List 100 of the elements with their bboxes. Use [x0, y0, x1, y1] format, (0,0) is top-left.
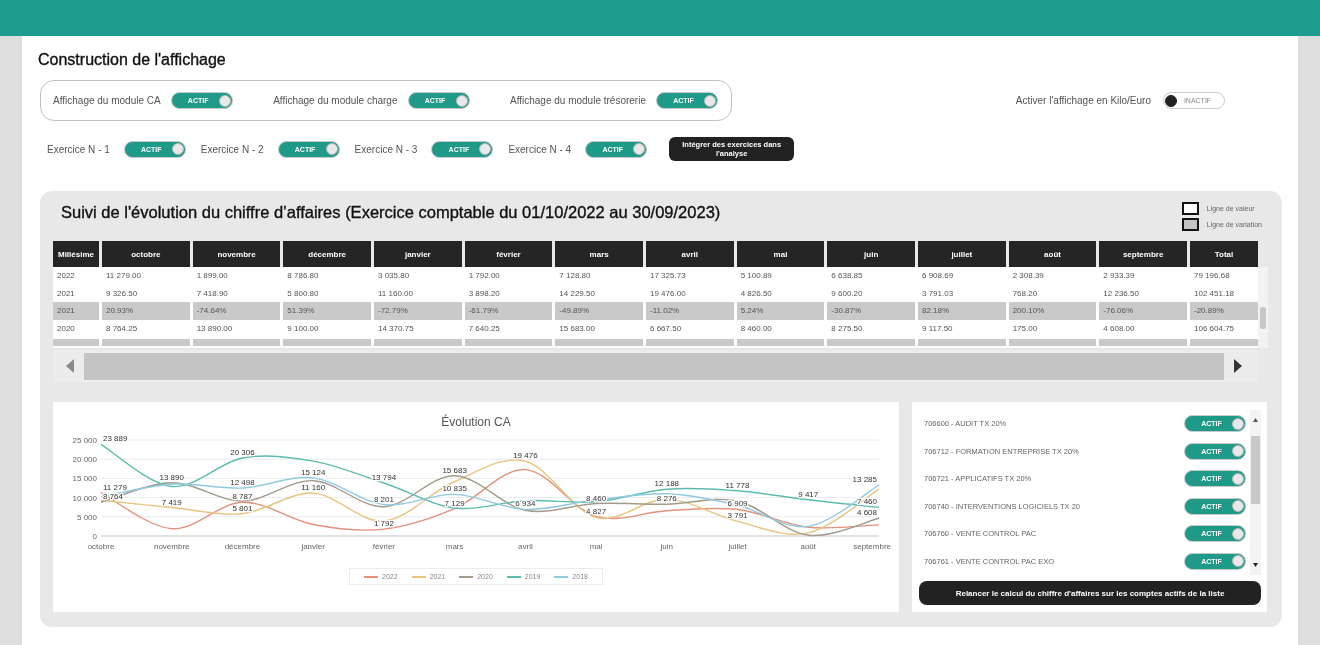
table-cell-text: 2 308.39 [1011, 270, 1045, 283]
y-axis-label: 10 000 [72, 493, 97, 503]
toggle-label: Exercice N - 1 [47, 143, 110, 155]
table-cell-text: 9 100.00 [286, 322, 320, 335]
table-cell-text: 4 826.50 [739, 287, 773, 300]
table-cell-text: 9 326.50 [105, 287, 139, 300]
horizontal-scrollbar[interactable] [53, 350, 1258, 382]
table-cell: 200.10% [1008, 302, 1097, 320]
x-axis-label: mars [445, 542, 464, 551]
y-axis-label: 5 000 [76, 512, 97, 522]
data-label: 15 683 [442, 465, 467, 475]
section-title: Construction de l'affichage [38, 50, 226, 70]
x-axis-label: juillet [728, 542, 747, 551]
x-axis-label: octobre [87, 542, 115, 551]
chart-title: Évolution CA [441, 414, 511, 430]
knob-icon [1232, 417, 1244, 430]
x-axis-label: mai [589, 542, 603, 551]
table-cell: 2021 [53, 302, 99, 320]
table-cell-text: 6 638.85 [830, 270, 864, 283]
column-header: février [464, 241, 553, 267]
table-cell-text: 5 800.80 [286, 287, 320, 300]
scrollbar-thumb[interactable] [1251, 436, 1260, 504]
toggle-label: Affichage du module CA [53, 95, 161, 106]
knob-icon [1232, 527, 1244, 540]
toggle-label: Exercice N - 2 [200, 143, 264, 155]
data-label: 3 791 [727, 511, 748, 521]
table-cell-text: 2022 [56, 270, 76, 283]
up-arrow-icon[interactable] [1253, 418, 1258, 422]
table-cell-text: 8 275.50 [830, 322, 864, 335]
x-axis-label: décembre [224, 542, 261, 551]
toggle-label: Affichage du module charge [273, 95, 398, 106]
knob-icon [1232, 555, 1244, 568]
y-axis-label: 15 000 [72, 474, 97, 484]
table-cell-text: 6 667.50 [649, 322, 683, 335]
table-cell: -30.87% [827, 302, 915, 320]
table-cell-text: 9 600.20 [830, 287, 864, 300]
data-label: 13 285 [852, 475, 877, 484]
table-cell-text: 8 786.80 [286, 270, 320, 283]
table-cell-text: 768.20 [1011, 287, 1039, 300]
toggle-label: Exercice N - 3 [354, 143, 418, 155]
vertical-scrollbar[interactable] [1250, 410, 1261, 575]
table-cell-text: 17 325.73 [649, 270, 687, 283]
data-label: 4 608 [856, 508, 877, 518]
table-cell: 51.39% [283, 302, 371, 320]
table-cell-text: 19 476.00 [649, 287, 687, 300]
data-label: 12 498 [230, 478, 255, 487]
legend-swatch-icon [1181, 202, 1199, 215]
knob-icon [325, 143, 338, 155]
down-arrow-icon[interactable] [1253, 563, 1258, 567]
table-cell-text: 79 196.68 [1193, 270, 1231, 283]
knob-icon [479, 143, 492, 155]
table-cell-text: 14 370.75 [377, 322, 415, 335]
column-header: Total [1190, 241, 1258, 267]
data-label: 11 279 [103, 482, 127, 492]
knob-icon [1165, 94, 1177, 107]
column-header: janvier [374, 241, 462, 267]
table-cell-text: 1 792.00 [467, 270, 501, 283]
table-cell-text: 3 791.03 [921, 287, 955, 300]
x-axis-label: juin [660, 542, 674, 551]
recalculate-button[interactable]: Relancer le calcul du chiffre d'affaires sur les comptes actifs de la liste [919, 581, 1261, 605]
data-label: 4 827 [586, 507, 607, 517]
table-cell-text: 1 899.00 [195, 270, 229, 283]
data-label: 13 794 [371, 473, 397, 483]
knob-icon [455, 94, 468, 107]
table-cell-text: 3 898.20 [467, 287, 501, 300]
data-label: 6 934 [515, 499, 536, 509]
table-cell [1190, 339, 1258, 346]
table-cell-text: 15 683.00 [558, 322, 596, 335]
knob-icon [1232, 472, 1244, 485]
data-label: 11 778 [725, 480, 750, 490]
table-cell: 82.18% [918, 302, 1006, 320]
scrollbar-thumb[interactable] [84, 352, 1224, 380]
left-arrow-icon[interactable] [66, 359, 74, 373]
toggle-label: Activer l'affichage en Kilo/Euro [1015, 95, 1151, 106]
table-cell-text: 106 604.75 [1193, 322, 1236, 335]
data-label: 8 201 [373, 494, 394, 504]
table-cell-text: 102 451.18 [1193, 287, 1236, 300]
data-label: 7 419 [161, 497, 182, 507]
column-header: Millésime [53, 241, 99, 267]
table-cell-text: 8 764.25 [105, 322, 139, 335]
table-cell-text: 7 418.90 [195, 287, 229, 300]
y-axis-label: 25 000 [72, 436, 97, 445]
y-axis-label: 0 [92, 532, 97, 541]
knob-icon [218, 94, 231, 107]
data-label: 8 460 [586, 493, 607, 503]
right-arrow-icon[interactable] [1234, 359, 1242, 373]
vertical-scrollbar[interactable] [1258, 267, 1268, 348]
column-header: décembre [283, 241, 371, 267]
x-axis-label: août [800, 542, 817, 551]
column-header: juillet [918, 241, 1006, 267]
table-cell-text: 7 128.80 [558, 270, 592, 283]
scrollbar-thumb[interactable] [1260, 307, 1266, 329]
table-cell: 20.93% [102, 302, 190, 320]
data-label: 7 460 [856, 497, 877, 507]
table-cell: 5.24% [736, 302, 825, 320]
table-cell: -74.64% [192, 302, 281, 320]
toggle-label: Exercice N - 4 [508, 143, 572, 155]
data-label: 8 787 [232, 492, 253, 502]
column-header: septembre [1099, 241, 1187, 267]
table-cell-text: 6 908.69 [921, 270, 955, 283]
